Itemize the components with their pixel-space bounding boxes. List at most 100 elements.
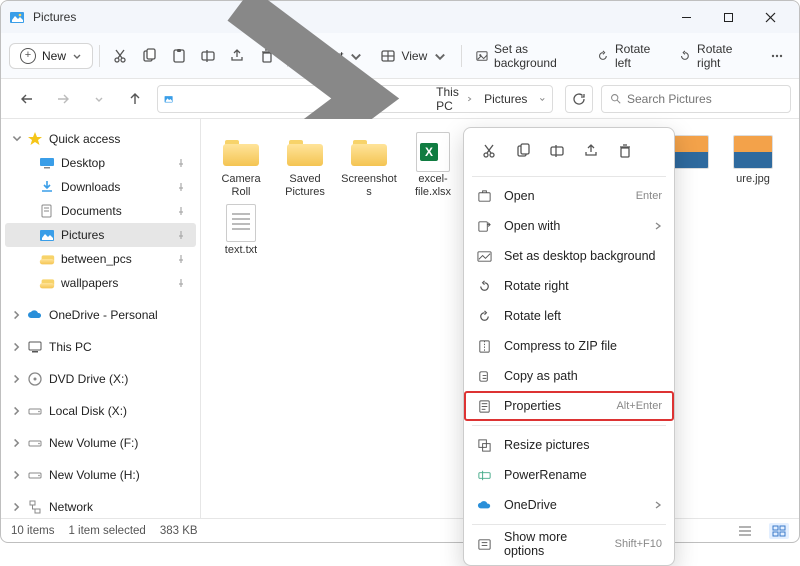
ctx-properties[interactable]: Properties Alt+Enter (464, 391, 674, 421)
ctx-resize[interactable]: Resize pictures (464, 430, 674, 460)
pin-icon (176, 182, 186, 192)
rotate-left-button[interactable]: Rotate left (589, 38, 669, 74)
back-button[interactable] (13, 85, 41, 113)
details-view-toggle[interactable] (735, 523, 755, 539)
copy-path-icon (476, 368, 492, 384)
network-icon (27, 499, 43, 515)
forward-button[interactable] (49, 85, 77, 113)
sidebar-item-downloads[interactable]: Downloads (5, 175, 196, 199)
excel-icon (416, 132, 450, 172)
more-icon (476, 536, 492, 552)
more-button[interactable] (764, 40, 791, 72)
pin-icon (176, 278, 186, 288)
pictures-folder-icon (164, 92, 173, 106)
folder-icon (39, 275, 55, 291)
rotate-right-icon (679, 49, 691, 63)
sidebar-quick-access[interactable]: Quick access (5, 127, 196, 151)
ctx-rotate-left[interactable]: Rotate left (464, 301, 674, 331)
app-icon (9, 9, 25, 25)
pictures-icon (39, 227, 55, 243)
folder-icon (39, 251, 55, 267)
sidebar-item-documents[interactable]: Documents (5, 199, 196, 223)
copy-button[interactable] (135, 40, 162, 72)
list-item[interactable]: excel-file.xlsx (405, 131, 461, 198)
up-button[interactable] (121, 85, 149, 113)
sidebar-item-pictures[interactable]: Pictures (5, 223, 196, 247)
sidebar-item-betweenpcs[interactable]: between_pcs (5, 247, 196, 271)
ctx-onedrive[interactable]: OneDrive (464, 490, 674, 520)
list-item[interactable]: text.txt (213, 202, 269, 257)
sidebar-newvol-f[interactable]: New Volume (F:) (5, 431, 196, 455)
sidebar-newvol-h[interactable]: New Volume (H:) (5, 463, 196, 487)
minimize-button[interactable] (665, 3, 707, 31)
ctx-set-bg[interactable]: Set as desktop background (464, 241, 674, 271)
textfile-icon (226, 204, 256, 242)
ctx-rotate-right[interactable]: Rotate right (464, 271, 674, 301)
downloads-icon (39, 179, 55, 195)
rotate-left-icon (597, 49, 609, 63)
sidebar-item-wallpapers[interactable]: wallpapers (5, 271, 196, 295)
ctx-show-more[interactable]: Show more options Shift+F10 (464, 529, 674, 559)
ctx-compress[interactable]: Compress to ZIP file (464, 331, 674, 361)
navigation-pane: Quick access Desktop Downloads Documents… (1, 119, 201, 518)
chevron-down-icon (72, 51, 82, 61)
cut-button[interactable] (106, 40, 133, 72)
chevron-right-icon (654, 222, 662, 230)
open-with-icon (476, 218, 492, 234)
sidebar-network[interactable]: Network (5, 495, 196, 518)
ctx-open[interactable]: Open Enter (464, 181, 674, 211)
rotate-right-button[interactable]: Rotate right (671, 38, 757, 74)
explorer-window: Pictures + New Sort View (0, 0, 800, 543)
rotate-right-icon (476, 278, 492, 294)
image-thumb-icon (669, 135, 709, 169)
picture-icon (476, 49, 488, 63)
drive-icon (27, 435, 43, 451)
desktop-icon (39, 155, 55, 171)
computer-icon (27, 339, 43, 355)
list-item[interactable]: ure.jpg (725, 131, 781, 198)
ctx-powerrename[interactable]: PowerRename (464, 460, 674, 490)
sidebar-onedrive[interactable]: OneDrive - Personal (5, 303, 196, 327)
new-button[interactable]: + New (9, 43, 93, 69)
ctx-copy-path[interactable]: Copy as path (464, 361, 674, 391)
sidebar-item-desktop[interactable]: Desktop (5, 151, 196, 175)
context-menu: Open Enter Open with Set as desktop back… (463, 127, 675, 566)
ctx-share-button[interactable] (578, 138, 604, 164)
thumbnails-view-toggle[interactable] (769, 523, 789, 539)
ctx-rename-button[interactable] (544, 138, 570, 164)
chevron-down-icon[interactable] (539, 94, 546, 104)
search-box[interactable] (601, 85, 791, 113)
sidebar-dvd[interactable]: DVD Drive (X:) (5, 367, 196, 391)
onedrive-icon (27, 307, 43, 323)
folder-icon (223, 138, 259, 166)
list-item[interactable]: Screenshots (341, 131, 397, 198)
close-button[interactable] (749, 3, 791, 31)
ctx-open-with[interactable]: Open with (464, 211, 674, 241)
onedrive-icon (476, 497, 492, 513)
ctx-cut-button[interactable] (476, 138, 502, 164)
new-label: New (42, 49, 66, 63)
sidebar-thispc[interactable]: This PC (5, 335, 196, 359)
window-title: Pictures (33, 10, 76, 24)
navigation-row: This PC Pictures (1, 79, 799, 119)
resize-icon (476, 437, 492, 453)
breadcrumb[interactable]: Pictures (480, 92, 531, 106)
pin-icon (176, 230, 186, 240)
search-icon (610, 92, 621, 105)
ctx-copy-button[interactable] (510, 138, 536, 164)
refresh-button[interactable] (565, 85, 593, 113)
folder-icon (287, 138, 323, 166)
breadcrumb[interactable]: This PC (432, 85, 476, 113)
address-bar[interactable]: This PC Pictures (157, 85, 553, 113)
set-background-button[interactable]: Set as background (468, 38, 587, 74)
drive-icon (27, 467, 43, 483)
folder-icon (351, 138, 387, 166)
recent-button[interactable] (85, 85, 113, 113)
sidebar-localdisk[interactable]: Local Disk (X:) (5, 399, 196, 423)
ctx-delete-button[interactable] (612, 138, 638, 164)
list-item[interactable]: Camera Roll (213, 131, 269, 198)
maximize-button[interactable] (707, 3, 749, 31)
list-item[interactable]: Saved Pictures (277, 131, 333, 198)
picture-icon (476, 248, 492, 264)
search-input[interactable] (627, 92, 782, 106)
